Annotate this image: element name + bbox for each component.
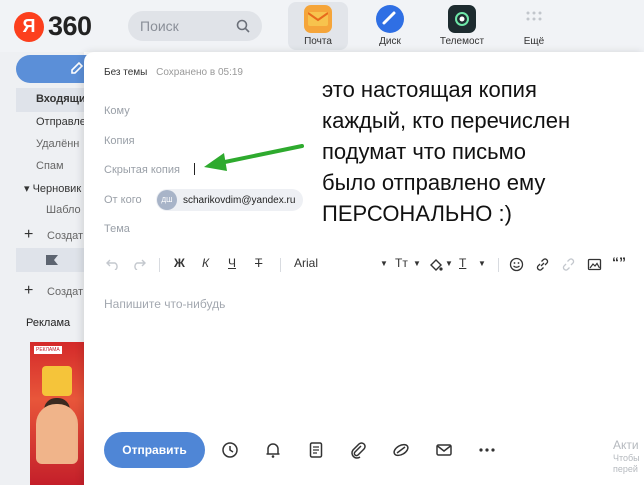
toolbar-divider (159, 258, 160, 272)
service-label: Почта (304, 36, 332, 47)
left-sidebar: Входящи Отправле Удалённ Спам ▾ Черновик… (0, 52, 100, 485)
service-more[interactable]: Ещё (504, 2, 564, 50)
from-address-chip[interactable]: ДШ scharikovdim@yandex.ru (156, 189, 304, 211)
send-button[interactable]: Отправить (104, 432, 205, 468)
from-label: От кого (104, 194, 142, 206)
ad-banner[interactable]: РЕКЛАМА (30, 342, 84, 485)
compose-title: Без темы (104, 67, 148, 78)
clock-icon[interactable] (221, 441, 239, 459)
more-dots-icon[interactable] (478, 441, 496, 459)
plus-icon[interactable]: + (24, 226, 33, 244)
ad-gift-shape (42, 366, 72, 396)
top-bar: Я 360 Поиск Почта Диск Телемост Ещё (0, 0, 644, 52)
annotation-line: каждый, кто перечислен (322, 108, 571, 133)
from-email: scharikovdim@yandex.ru (183, 194, 296, 206)
image-icon[interactable] (587, 257, 602, 272)
toolbar-divider (280, 258, 281, 272)
telemost-icon (448, 5, 476, 33)
saved-status: Сохранено в 05:19 (156, 67, 243, 78)
strikethrough-button[interactable]: Т (255, 256, 262, 270)
ad-label: Реклама (26, 317, 71, 329)
mail-envelope-icon (304, 5, 332, 33)
chevron-down-icon[interactable]: ▼ (413, 259, 421, 268)
ad-person-shape (36, 404, 78, 464)
activation-title: Акти (613, 438, 639, 452)
service-disk[interactable]: Диск (360, 2, 420, 50)
disk-attach-icon[interactable] (392, 441, 410, 459)
annotation-text: это настоящая копия каждый, кто перечисл… (322, 74, 642, 229)
annotation-line: подумат что письмо (322, 139, 526, 164)
chevron-down-icon[interactable]: ▼ (445, 259, 453, 268)
subject-field[interactable]: Тема (104, 223, 130, 235)
mail-icon[interactable] (435, 441, 453, 459)
activation-line: перей (613, 464, 638, 474)
fill-color-icon[interactable] (429, 258, 443, 272)
sidebar-item-deleted[interactable]: Удалённ (36, 138, 79, 150)
font-select[interactable]: Arial (294, 256, 318, 270)
bell-icon[interactable] (264, 441, 282, 459)
disk-icon (376, 5, 404, 33)
compose-header: Без темы Сохранено в 05:19 (104, 67, 243, 78)
sidebar-item-inbox[interactable]: Входящи (36, 93, 86, 105)
text-cursor (194, 163, 195, 175)
annotation-line: ПЕРСОНАЛЬНО :) (322, 201, 512, 226)
bold-button[interactable]: Ж (174, 256, 185, 270)
logo-text: 360 (48, 11, 92, 41)
annotation-line: было отправлено ему (322, 170, 546, 195)
emoji-icon[interactable] (509, 257, 524, 272)
attachment-icon[interactable] (349, 441, 367, 459)
formatting-toolbar: Ж К Ч Т Arial ▼ Тт ▼ ▼ Т ▼ “” (104, 254, 644, 276)
italic-button[interactable]: К (202, 256, 209, 270)
annotation-line: это настоящая копия (322, 77, 537, 102)
search-placeholder: Поиск (140, 18, 179, 34)
unlink-icon[interactable] (561, 257, 576, 272)
plus-icon[interactable]: + (24, 282, 33, 300)
cc-field[interactable]: Копия (104, 135, 135, 147)
template-icon[interactable] (307, 441, 325, 459)
service-label: Диск (379, 36, 401, 47)
sidebar-item-templates[interactable]: Шабло (46, 204, 81, 216)
label-flag-icon[interactable] (46, 255, 58, 265)
yandex-360-logo[interactable]: Я 360 (14, 11, 92, 42)
sidebar-create-label[interactable]: Создат (47, 286, 83, 298)
sidebar-item-sent[interactable]: Отправле (36, 116, 86, 128)
service-telemost[interactable]: Телемост (432, 2, 492, 50)
chevron-down-icon[interactable]: ▼ (380, 259, 388, 268)
more-grid-icon (520, 5, 548, 33)
link-icon[interactable] (535, 257, 550, 272)
to-field[interactable]: Кому (104, 105, 130, 117)
yandex-logo-icon: Я (14, 11, 44, 42)
service-label: Телемост (439, 36, 485, 47)
service-label: Ещё (523, 36, 545, 47)
avatar: ДШ (157, 190, 177, 210)
message-body-input[interactable]: Напишите что-нибудь (104, 297, 225, 311)
chevron-down-icon[interactable]: ▼ (478, 259, 486, 268)
redo-icon[interactable] (132, 258, 146, 270)
activation-line: Чтобы (613, 453, 640, 463)
undo-icon[interactable] (106, 258, 120, 270)
windows-activation-watermark: Акти Чтобы перей (613, 437, 640, 475)
bcc-field[interactable]: Скрытая копия (104, 164, 180, 176)
text-size-button[interactable]: Тт (395, 256, 408, 270)
sidebar-item-drafts[interactable]: ▾ Черновик (24, 182, 81, 195)
search-icon (236, 19, 250, 33)
sidebar-item-spam[interactable]: Спам (36, 160, 64, 172)
service-mail[interactable]: Почта (288, 2, 348, 50)
text-color-button[interactable]: Т (459, 256, 466, 270)
quote-button[interactable]: “” (612, 254, 626, 270)
ad-tag: РЕКЛАМА (34, 346, 62, 354)
toolbar-divider (498, 258, 499, 272)
underline-button[interactable]: Ч (228, 256, 236, 270)
sidebar-create-folder[interactable]: Создат (47, 230, 83, 242)
search-input[interactable]: Поиск (128, 11, 262, 41)
pencil-icon (71, 61, 84, 74)
